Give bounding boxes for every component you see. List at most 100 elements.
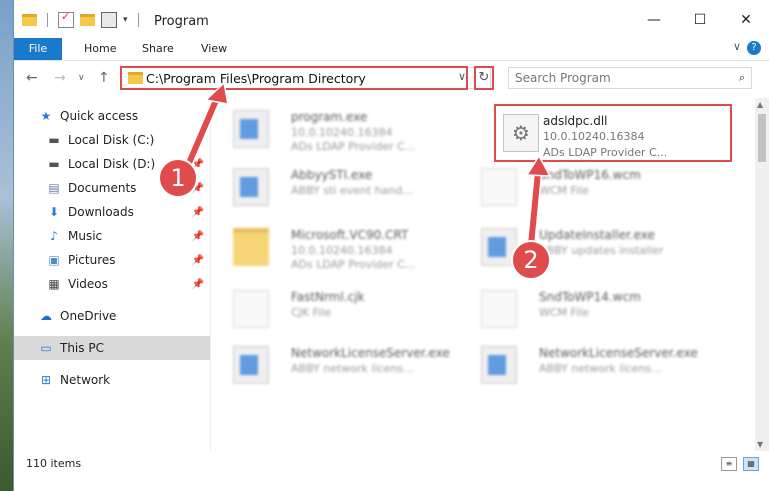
search-icon[interactable]: ⌕ [739,71,745,85]
maximize-button[interactable]: ☐ [677,6,723,34]
file-version: 10.0.10240.16384 [291,126,393,139]
folder-icon[interactable] [22,14,37,26]
divider [137,13,139,27]
file-item[interactable]: NetworkLicenseServer.exe ABBY network li… [211,338,456,390]
ribbon-tabs: File Home Share View ∨ ? [14,38,769,61]
document-icon [481,290,517,328]
file-name: NetworkLicenseServer.exe [291,346,450,360]
vertical-scrollbar[interactable]: ▲ ▼ [755,98,769,451]
sidebar-item-this-pc[interactable]: ▭ This PC [14,336,210,360]
drive-icon: ▬ [48,157,60,171]
file-item[interactable]: FastNrml.cjk CJK File [211,282,456,334]
app-icon [233,346,269,384]
sidebar-item-label: OneDrive [60,309,117,323]
sidebar-item-network[interactable]: ⊞ Network [14,368,210,392]
sidebar-item-music[interactable]: ♪ Music 📌 [14,224,210,248]
status-bar: 110 items ≡ ▦ [14,451,769,491]
back-button[interactable]: ← [26,70,38,86]
sidebar-item-label: This PC [60,341,104,355]
tab-view[interactable]: View [201,38,227,60]
sidebar-item-label: Downloads [68,205,134,219]
pictures-icon: ▣ [48,253,60,267]
file-name: NetworkLicenseServer.exe [539,346,698,360]
refresh-button[interactable]: ↻ [474,66,494,90]
videos-icon: ▦ [48,277,60,291]
file-name: UpdateInstaller.exe [539,228,655,242]
sidebar-item-downloads[interactable]: ⬇ Downloads 📌 [14,200,210,224]
minimize-button[interactable]: — [631,6,677,34]
star-icon: ★ [40,109,52,123]
file-type: CJK File [291,306,332,319]
file-highlight [494,104,732,162]
file-description: ADs LDAP Provider C... [291,140,416,153]
sidebar-item-label: Network [60,373,111,387]
explorer-window: ▾ Program — ☐ ✕ File Home Share View ∨ ?… [14,0,769,491]
download-icon: ⬇ [48,205,60,219]
recent-locations-button[interactable]: ∨ [78,73,85,83]
step-badge-2: 2 [511,240,551,280]
item-count: 110 items [26,457,82,470]
search-placeholder: Search Program [515,71,611,85]
file-name: FastNrml.cjk [291,290,365,304]
scroll-up-icon[interactable]: ▲ [757,100,763,109]
pin-icon[interactable]: 📌 [192,207,204,218]
tiles-view-icon[interactable]: ▦ [743,457,759,471]
sidebar-item-label: Quick access [60,109,139,123]
sidebar-item-label: Music [68,229,103,243]
file-description: ADs LDAP Provider C... [291,258,416,271]
file-name: AbbyySTI.exe [291,168,373,182]
file-item[interactable]: program.exe 10.0.10240.16384 ADs LDAP Pr… [211,102,456,154]
sidebar-item-label: Local Disk (C:) [68,133,155,147]
file-item[interactable]: Microsoft.VC90.CRT 10.0.10240.16384 ADs … [211,220,456,272]
address-highlight [120,66,468,90]
step-badge-1: 1 [158,158,198,198]
scroll-down-icon[interactable]: ▼ [757,440,763,449]
sidebar-item-label: Documents [68,181,137,195]
pin-icon[interactable]: 📌 [192,231,204,242]
sidebar-item-local-disk-c[interactable]: ▬ Local Disk (C:) [14,128,210,152]
sidebar-item-label: Local Disk (D:) [68,157,156,171]
sidebar-item-pictures[interactable]: ▣ Pictures 📌 [14,248,210,272]
cloud-icon: ☁ [40,309,52,323]
tab-home[interactable]: Home [84,38,116,60]
help-icon[interactable]: ? [747,41,761,55]
file-name: program.exe [291,110,368,124]
file-type: WCM File [539,184,589,197]
chevron-down-icon[interactable]: ▾ [123,15,128,25]
app-icon [481,346,517,384]
customize-toolbar-icon[interactable] [101,12,117,28]
details-view-icon[interactable]: ≡ [721,457,737,471]
forward-button[interactable]: → [54,70,66,86]
title-bar: ▾ Program — ☐ ✕ [14,0,769,42]
close-button[interactable]: ✕ [723,6,769,34]
quick-access-toolbar: ▾ [22,10,143,28]
sidebar-item-label: Videos [68,277,108,291]
up-button[interactable]: ↑ [98,70,110,86]
sidebar-item-videos[interactable]: ▦ Videos 📌 [14,272,210,296]
file-item[interactable]: AbbyySTI.exe ABBY sti event hand... [211,160,456,212]
sidebar-item-quick-access[interactable]: ★ Quick access [14,104,210,128]
tab-file[interactable]: File [14,38,62,60]
network-icon: ⊞ [40,373,52,387]
file-item[interactable]: SndToWP16.wcm WCM File [459,160,704,212]
scroll-thumb[interactable] [758,114,766,162]
pin-icon[interactable]: 📌 [192,279,204,290]
new-folder-icon[interactable] [80,14,95,26]
file-description: ABBY network licens... [291,362,414,375]
file-item[interactable]: NetworkLicenseServer.exe ABBY network li… [459,338,704,390]
sidebar-item-label: Pictures [68,253,116,267]
sidebar-item-onedrive[interactable]: ☁ OneDrive [14,304,210,328]
app-icon [233,168,269,206]
properties-check-icon[interactable] [58,10,74,28]
tab-share[interactable]: Share [142,38,174,60]
search-input[interactable]: Search Program ⌕ [508,67,752,89]
document-icon [233,290,269,328]
file-item[interactable]: UpdateInstaller.exe ABBY updates install… [459,220,704,272]
expand-ribbon-icon[interactable]: ∨ [733,40,741,53]
folder-icon [233,228,269,266]
pin-icon[interactable]: 📌 [192,255,204,266]
file-name: Microsoft.VC90.CRT [291,228,409,242]
file-name: SndToWP14.wcm [539,290,641,304]
file-item[interactable]: SndToWP14.wcm WCM File [459,282,704,334]
window-controls: — ☐ ✕ [631,6,769,34]
